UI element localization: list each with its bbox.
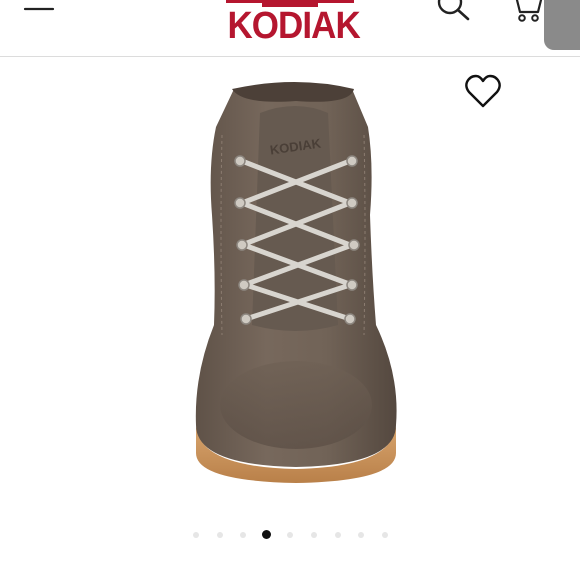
carousel-dot[interactable] — [193, 532, 199, 538]
account-tab[interactable] — [544, 0, 580, 50]
search-icon[interactable] — [434, 0, 474, 24]
brand-name: KODIAK — [227, 5, 360, 47]
product-image-carousel[interactable]: KODIAK — [0, 57, 580, 527]
shopping-cart-icon[interactable] — [508, 0, 544, 24]
carousel-dot[interactable] — [287, 532, 294, 538]
top-header: KODIAK — [0, 0, 580, 57]
hamburger-menu-icon[interactable] — [22, 0, 56, 20]
carousel-pagination — [0, 528, 580, 544]
carousel-dot[interactable] — [381, 532, 388, 538]
carousel-dot-active[interactable] — [262, 530, 272, 539]
carousel-dot[interactable] — [358, 532, 365, 538]
carousel-dot[interactable] — [311, 532, 317, 538]
product-image-boot: KODIAK — [195, 82, 397, 483]
heart-outline-icon[interactable] — [464, 74, 502, 110]
carousel-dot[interactable] — [334, 532, 341, 538]
brand-logo[interactable]: KODIAK — [222, 0, 361, 52]
carousel-dot[interactable] — [240, 532, 247, 538]
carousel-dot[interactable] — [216, 532, 223, 538]
